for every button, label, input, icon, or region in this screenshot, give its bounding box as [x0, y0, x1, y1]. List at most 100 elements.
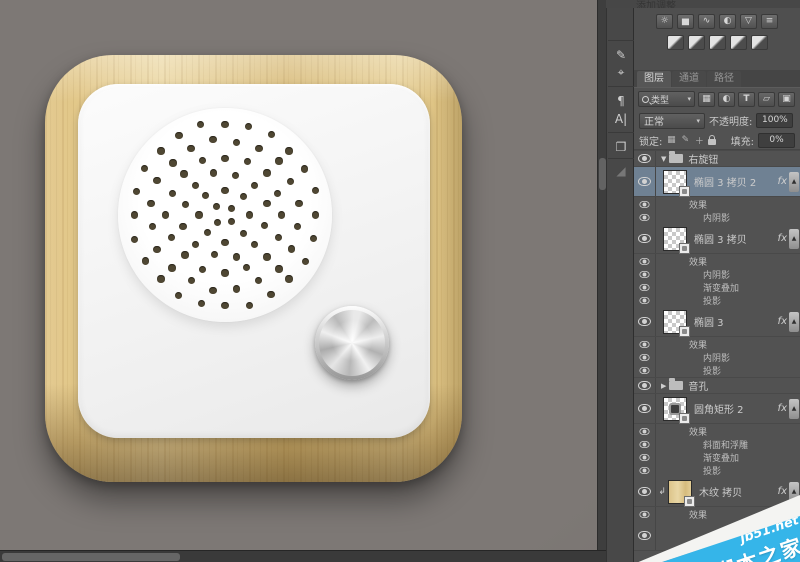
tab-路径[interactable]: 路径: [707, 71, 741, 87]
visibility-toggle[interactable]: [634, 378, 656, 393]
fx-collapse-chevron[interactable]: ▲: [789, 229, 799, 249]
grille-hole: [199, 157, 206, 164]
visibility-toggle[interactable]: [634, 364, 656, 377]
adj-color-balance[interactable]: [667, 35, 684, 50]
tab-通道[interactable]: 通道: [672, 71, 706, 87]
visibility-toggle[interactable]: [634, 424, 656, 438]
canvas-vertical-scrollbar[interactable]: [597, 0, 606, 550]
adj-photo-filter[interactable]: [709, 35, 726, 50]
layer-row[interactable]: 椭圆 3 拷贝fx▲: [634, 224, 800, 254]
layer-name[interactable]: 椭圆 3 拷贝: [694, 231, 747, 246]
brush-panel-icon[interactable]: ✎: [610, 46, 632, 63]
filter-shape-layers-icon[interactable]: ▱: [758, 92, 775, 107]
layer-effect-row[interactable]: 内阴影: [634, 211, 800, 224]
adj-color-lookup[interactable]: [751, 35, 768, 50]
threed-panel-icon[interactable]: ❐: [610, 138, 632, 155]
grille-hole: [209, 136, 216, 143]
clone-source-panel-icon[interactable]: ⌖: [610, 64, 632, 81]
adj-hue-saturation[interactable]: ≡: [761, 14, 778, 29]
layer-effect-row[interactable]: 内阴影: [634, 351, 800, 364]
vector-mask-badge: [679, 326, 690, 337]
layer-fxheader-row[interactable]: 效果: [634, 254, 800, 268]
visibility-toggle[interactable]: [634, 224, 656, 253]
speaker-knob: [315, 306, 389, 380]
layer-thumbnail[interactable]: [663, 227, 687, 251]
fx-badge: fx: [778, 316, 789, 327]
document-canvas[interactable]: [0, 0, 597, 550]
layer-thumbnail[interactable]: [663, 310, 687, 334]
visibility-toggle[interactable]: [634, 197, 656, 211]
layer-effect-row[interactable]: 渐变叠加: [634, 281, 800, 294]
visibility-toggle[interactable]: [634, 281, 656, 294]
filter-kind-dropdown[interactable]: 类型 ▾: [638, 91, 695, 107]
adj-vibrance[interactable]: ▽: [740, 14, 757, 29]
grille-hole: [278, 211, 285, 218]
visibility-toggle[interactable]: [634, 211, 656, 224]
adj-channel-mixer[interactable]: [730, 35, 747, 50]
canvas-horizontal-scrollbar[interactable]: [0, 550, 606, 562]
visibility-toggle[interactable]: [634, 294, 656, 307]
fill-field[interactable]: 0%: [758, 133, 795, 148]
dock-divider: [608, 86, 634, 87]
grille-hole: [294, 223, 301, 230]
disclosure-triangle-icon[interactable]: ▶: [661, 382, 666, 390]
layer-name[interactable]: 椭圆 3 拷贝 2: [694, 174, 756, 189]
visibility-toggle[interactable]: [634, 151, 656, 166]
blend-mode-dropdown[interactable]: 正常 ▾: [639, 113, 705, 129]
visibility-toggle[interactable]: [634, 351, 656, 364]
lock-image-pixels-icon[interactable]: ✎: [680, 135, 690, 145]
layer-row[interactable]: 圆角矩形 2fx▲: [634, 394, 800, 424]
visibility-toggle[interactable]: [634, 307, 656, 336]
visibility-toggle[interactable]: [634, 394, 656, 423]
layer-row[interactable]: 椭圆 3 fx▲: [634, 307, 800, 337]
vertical-scrollbar-thumb[interactable]: [599, 158, 606, 190]
disclosure-triangle-icon[interactable]: ▼: [661, 155, 666, 163]
lock-all-icon[interactable]: [708, 139, 716, 145]
layer-effect-row[interactable]: 投影: [634, 294, 800, 307]
layer-group-row[interactable]: ▶音孔: [634, 377, 800, 394]
layer-name[interactable]: 圆角矩形 2: [694, 401, 744, 416]
eye-icon: [639, 454, 649, 461]
layer-thumbnail[interactable]: [663, 170, 687, 194]
opacity-field[interactable]: 100%: [756, 113, 793, 128]
layer-name[interactable]: 椭圆 3: [694, 314, 724, 329]
layer-fxheader-row[interactable]: 效果: [634, 424, 800, 438]
adj-brightness-contrast[interactable]: ☼: [656, 14, 673, 29]
lock-position-icon[interactable]: ＋: [694, 134, 704, 147]
fx-collapse-chevron[interactable]: ▲: [789, 172, 799, 192]
vector-mask-badge: [679, 413, 690, 424]
character-panel-icon[interactable]: A|: [610, 110, 632, 127]
visibility-toggle[interactable]: [634, 167, 656, 196]
adj-exposure[interactable]: ◐: [719, 14, 736, 29]
filter-smart-object-icon[interactable]: ▣: [778, 92, 795, 107]
visibility-toggle[interactable]: [634, 254, 656, 268]
adj-black-white[interactable]: [688, 35, 705, 50]
layer-effect-row[interactable]: 斜面和浮雕: [634, 438, 800, 451]
layer-row[interactable]: 椭圆 3 拷贝 2fx▲: [634, 167, 800, 197]
effect-name: 内阴影: [703, 268, 730, 281]
grille-hole: [192, 182, 199, 189]
folder-icon: [669, 381, 683, 390]
tab-图层[interactable]: 图层: [637, 71, 671, 87]
lock-transparent-pixels-icon[interactable]: ▦: [666, 135, 676, 145]
horizontal-scrollbar-thumb[interactable]: [2, 553, 180, 561]
layer-effect-row[interactable]: 投影: [634, 364, 800, 377]
fx-collapse-chevron[interactable]: ▲: [789, 312, 799, 332]
filter-pixel-layers-icon[interactable]: ▦: [698, 92, 715, 107]
adj-levels[interactable]: ▅: [677, 14, 694, 29]
layer-effect-row[interactable]: 内阴影: [634, 268, 800, 281]
layer-fxheader-row[interactable]: 效果: [634, 197, 800, 211]
visibility-toggle[interactable]: [634, 337, 656, 351]
grille-hole: [312, 187, 319, 194]
layer-thumbnail[interactable]: [663, 397, 687, 421]
grille-hole: [221, 121, 228, 128]
visibility-toggle[interactable]: [634, 438, 656, 451]
fx-collapse-chevron[interactable]: ▲: [789, 399, 799, 419]
filter-type-layers-icon[interactable]: T: [738, 92, 755, 107]
paragraph-panel-icon[interactable]: ¶: [610, 92, 632, 109]
layer-fxheader-row[interactable]: 效果: [634, 337, 800, 351]
visibility-toggle[interactable]: [634, 268, 656, 281]
adj-curves[interactable]: ∿: [698, 14, 715, 29]
filter-adjustment-icon[interactable]: ◐: [718, 92, 735, 107]
layer-group-row[interactable]: ▼右旋钮: [634, 150, 800, 167]
